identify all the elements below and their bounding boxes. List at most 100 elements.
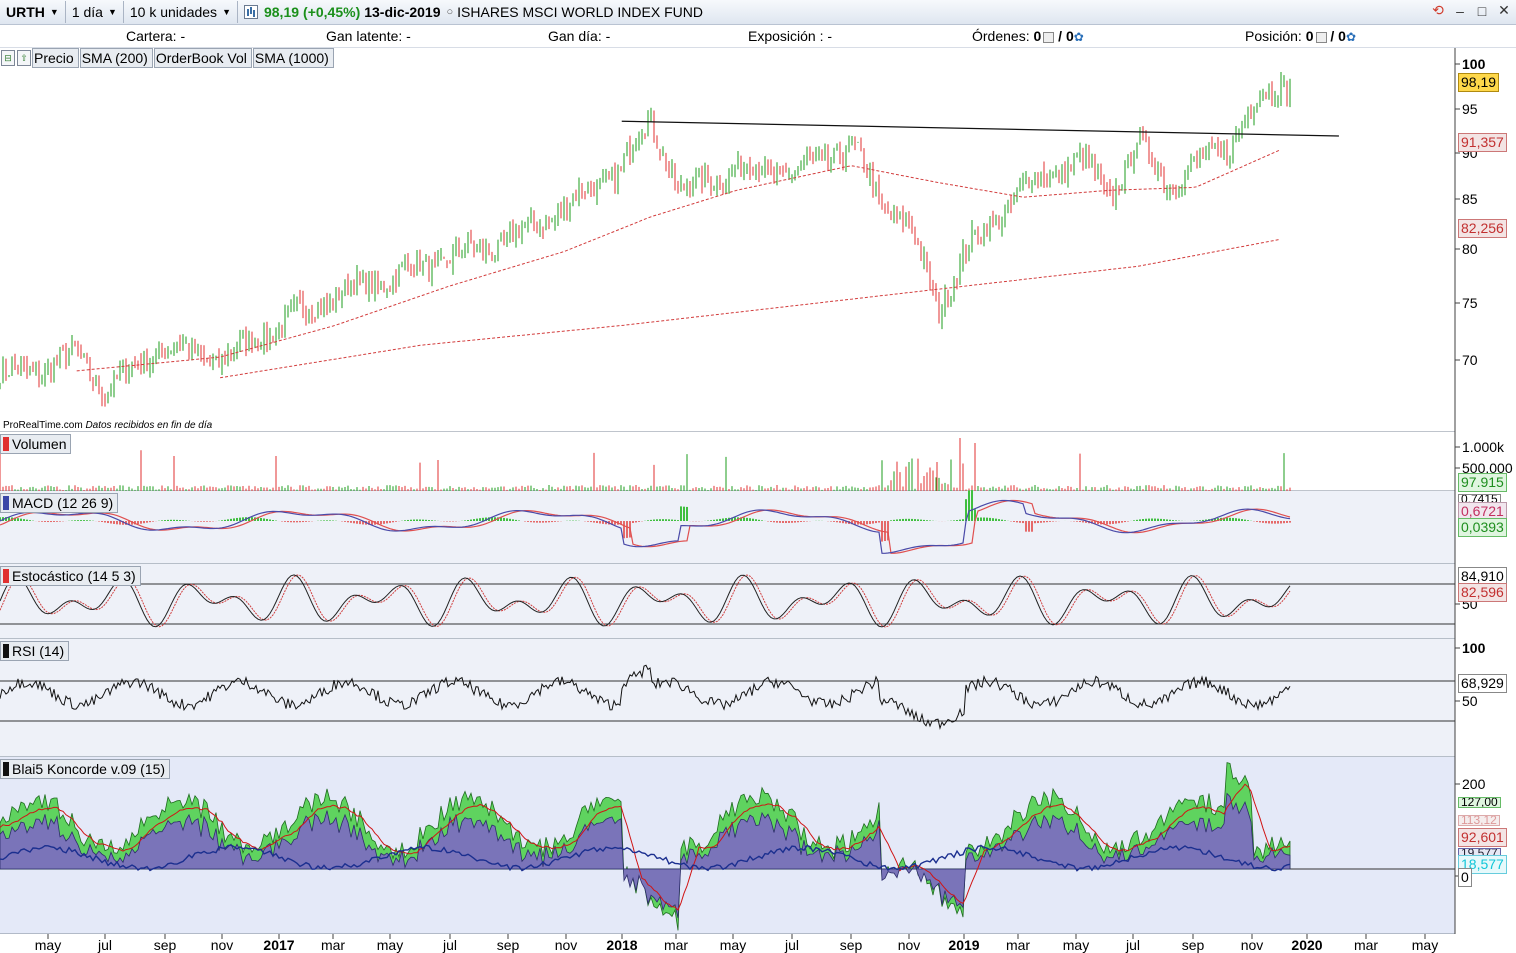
position-status-bar: Cartera: - Gan latente: - Gan día: - Exp… <box>0 25 1516 48</box>
legend-macd[interactable]: MACD (12 26 9) <box>0 493 119 513</box>
rsi-tick: 50 <box>1462 693 1478 709</box>
watermark-brand: ProRealTime.com <box>3 420 83 431</box>
koncorde-red-box: 92,601 <box>1458 828 1507 847</box>
legend-koncorde[interactable]: Blai5 Koncorde v.09 (15) <box>0 759 171 779</box>
x-tick-label: sep <box>496 937 520 953</box>
koncorde-tick: 200 <box>1462 776 1486 792</box>
refresh-icon[interactable]: ⟲ <box>1430 2 1446 19</box>
x-tick-label: mar <box>320 937 346 953</box>
quote-info: 98,19 (+0,45%) 13-dic-2019 ○ ISHARES MSC… <box>238 4 703 20</box>
close-orders-icon[interactable] <box>1043 31 1055 43</box>
legend-label: Blai5 Koncorde v.09 (15) <box>12 761 166 777</box>
x-tick-label: sep <box>1181 937 1205 953</box>
rsi-tick: 100 <box>1462 640 1486 656</box>
price-tick: 95 <box>1462 101 1478 117</box>
legend-volumen[interactable]: Volumen <box>0 434 72 454</box>
ordenes-pending: / 0 <box>1058 28 1074 44</box>
volume-panel <box>0 432 1455 491</box>
x-tick-label: mar <box>1353 937 1379 953</box>
ordenes-status: Órdenes: 0 / 0✿ <box>972 28 1084 44</box>
x-tick-label: jul <box>97 937 113 953</box>
data-source-note: ProRealTime.com Datos recibidos en fin d… <box>3 420 212 431</box>
x-tick-label: may <box>719 937 747 953</box>
legend-swatch <box>3 496 9 510</box>
cartera-status: Cartera: - <box>126 28 186 44</box>
koncorde-b-box: 113,12 <box>1458 815 1500 826</box>
stoch-panel <box>0 564 1455 639</box>
legend-sma1000[interactable]: SMA (1000) <box>252 48 334 68</box>
volume-value-box: 97.915 <box>1458 473 1507 492</box>
instrument-name: ISHARES MSCI WORLD INDEX FUND <box>457 4 703 20</box>
x-tick-label: nov <box>554 937 578 953</box>
legend-orderbook-vol[interactable]: OrderBook Vol <box>153 48 252 68</box>
ordenes-count: 0 <box>1033 28 1042 44</box>
chart-canvas[interactable] <box>0 0 1516 953</box>
symbol-selector[interactable]: URTH ▼ <box>0 1 66 23</box>
chart-icon[interactable] <box>243 5 258 19</box>
legend-precio[interactable]: Precio <box>32 48 79 68</box>
legend-label: RSI (14) <box>12 643 65 659</box>
legend-swatch <box>3 569 9 583</box>
x-tick-label: nov <box>210 937 234 953</box>
price-tick: 100 <box>1462 56 1486 72</box>
units-label: 10 k unidades <box>129 4 218 20</box>
legend-label: Estocástico (14 5 3) <box>12 568 136 584</box>
maximize-icon[interactable]: □ <box>1474 3 1490 19</box>
x-tick-label: may <box>376 937 404 953</box>
close-icon[interactable]: ✕ <box>1496 2 1512 19</box>
collapse-icon[interactable]: ⊟ <box>1 50 15 66</box>
posicion-pending: / 0 <box>1330 28 1346 44</box>
x-tick-label: sep <box>153 937 177 953</box>
x-tick-label: mar <box>663 937 689 953</box>
legend-label: OrderBook Vol <box>155 50 247 66</box>
price-tick: 80 <box>1462 241 1478 257</box>
x-tick-label: nov <box>897 937 921 953</box>
x-tick-label: jul <box>1125 937 1141 953</box>
price-value-box: 98,19 <box>1458 73 1500 92</box>
legend-label: MACD (12 26 9) <box>12 495 114 511</box>
x-tick-label: may <box>1062 937 1090 953</box>
window-controls: ⟲ – □ ✕ <box>1430 2 1512 19</box>
x-tick-label: 2019 <box>948 937 980 953</box>
symbol-label: URTH <box>6 4 45 20</box>
gear-icon[interactable]: ✿ <box>1074 30 1084 44</box>
legend-sma200[interactable]: SMA (200) <box>79 48 153 68</box>
units-selector[interactable]: 10 k unidades ▼ <box>124 1 238 23</box>
sma1000-value-box: 82,256 <box>1458 219 1507 238</box>
timeframe-selector[interactable]: 1 día ▼ <box>66 1 124 23</box>
legend-swatch <box>3 644 9 658</box>
price-tick: 70 <box>1462 352 1478 368</box>
minimize-icon[interactable]: – <box>1452 3 1468 19</box>
legend-rsi[interactable]: RSI (14) <box>0 641 70 661</box>
ordenes-label: Órdenes: <box>972 28 1030 44</box>
last-price: 98,19 <box>263 4 300 20</box>
watermark-note: Datos recibidos en fin de día <box>85 420 213 431</box>
sma200-value-box: 91,357 <box>1458 133 1507 152</box>
price-panel <box>0 47 1455 432</box>
price-tick: 75 <box>1462 295 1478 311</box>
macd-panel <box>0 491 1455 564</box>
legend-label: SMA (200) <box>81 50 148 66</box>
quote-date: 13-dic-2019 <box>364 4 441 20</box>
koncorde-a-box: 127,00 <box>1458 797 1501 808</box>
gear-icon[interactable]: ✿ <box>1346 30 1356 44</box>
x-tick-label: 2017 <box>263 937 295 953</box>
legend-swatch <box>3 437 9 451</box>
x-tick-label: 2020 <box>1291 937 1323 953</box>
x-tick-label: sep <box>839 937 863 953</box>
legend-label: SMA (1000) <box>254 50 329 66</box>
x-tick-label: mar <box>1005 937 1031 953</box>
gan-latente-status: Gan latente: - <box>326 28 411 44</box>
legend-label: Precio <box>34 50 74 66</box>
status-circle-icon: ○ <box>446 6 454 18</box>
legend-estocastico[interactable]: Estocástico (14 5 3) <box>0 566 141 586</box>
x-tick-label: nov <box>1240 937 1264 953</box>
x-tick-label: may <box>34 937 62 953</box>
macd-hist-value-box: 0,0393 <box>1458 518 1507 537</box>
rsi-panel <box>0 639 1455 757</box>
expand-icon[interactable]: ⇧ <box>17 50 31 66</box>
chevron-down-icon: ▼ <box>107 7 117 17</box>
x-tick-label: jul <box>442 937 458 953</box>
x-tick-label: 2018 <box>606 937 638 953</box>
close-position-icon[interactable] <box>1315 31 1327 43</box>
